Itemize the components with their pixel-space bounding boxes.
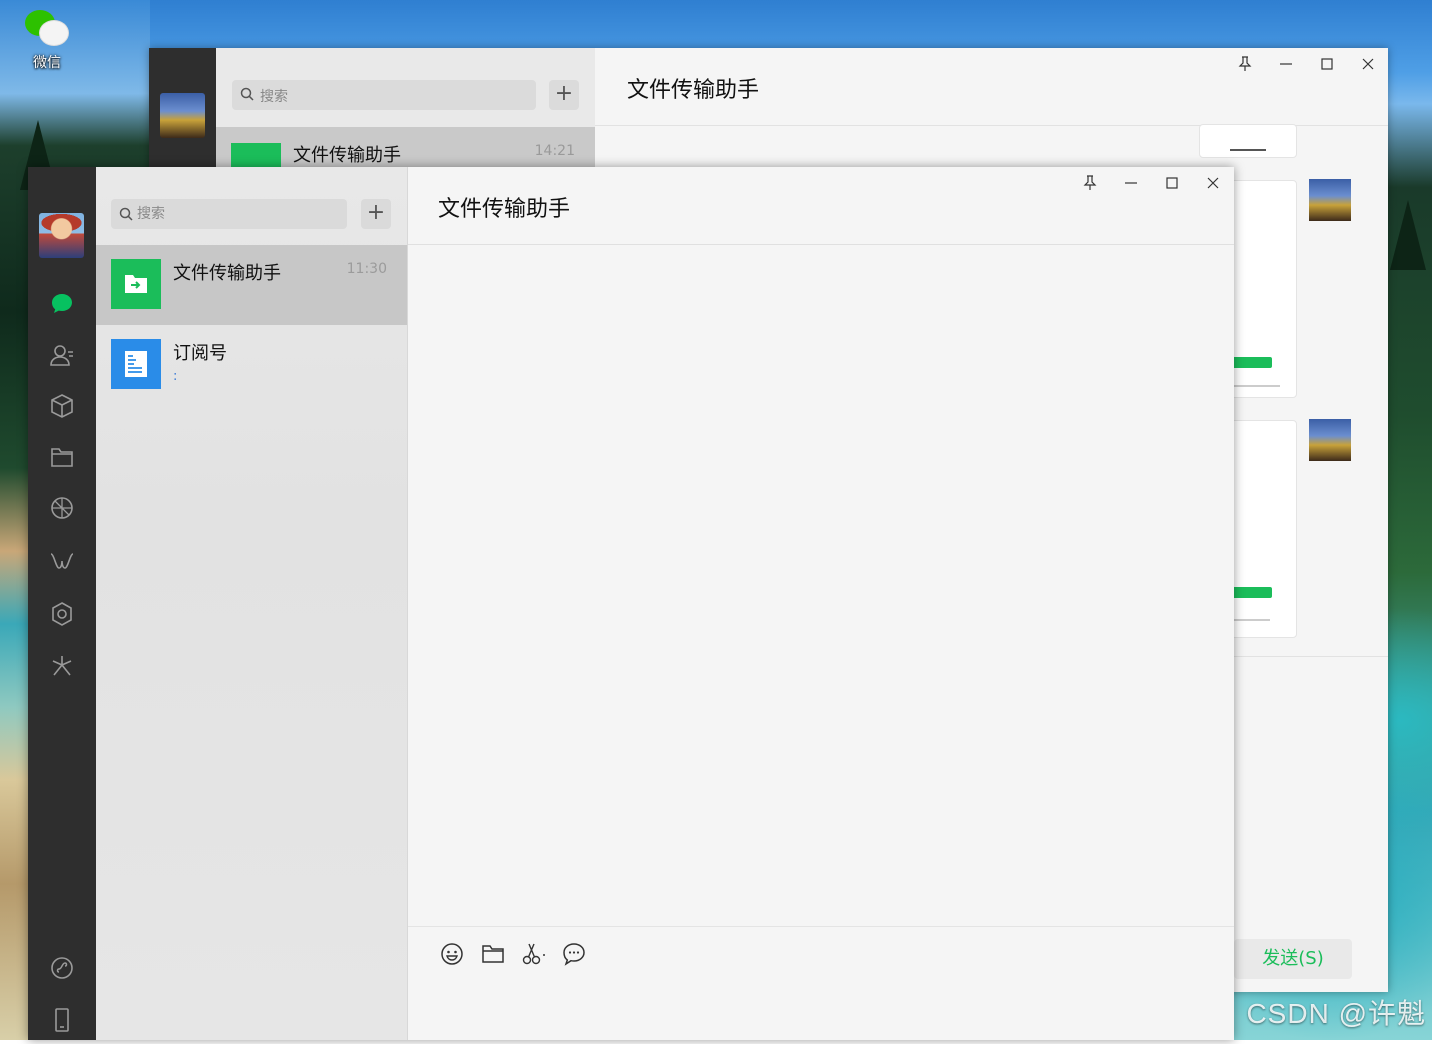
emoji-icon[interactable] xyxy=(439,941,465,967)
chat-list-item-file-transfer[interactable]: 文件传输助手 11:30 xyxy=(96,245,407,325)
chat-messages xyxy=(408,245,1234,927)
search-input[interactable]: 搜索 xyxy=(232,80,536,110)
mini-programs-icon[interactable] xyxy=(49,601,75,627)
files-icon[interactable] xyxy=(49,444,75,470)
search-icon[interactable] xyxy=(49,653,75,679)
chat-list-panel: + 文件传输助手 11:30 订阅号 : xyxy=(96,167,408,1040)
send-button[interactable]: 发送(S) xyxy=(1234,939,1352,979)
desktop-icon-label: 微信 xyxy=(33,55,61,71)
search-placeholder: 搜索 xyxy=(260,89,288,105)
pin-icon[interactable] xyxy=(1080,175,1100,195)
chat-name: 文件传输助手 xyxy=(173,263,281,284)
input-toolbar xyxy=(408,927,1234,977)
folder-icon[interactable] xyxy=(480,941,506,967)
wallpaper-tree xyxy=(1390,200,1426,270)
avatar[interactable] xyxy=(160,93,205,138)
sidebar-nav xyxy=(28,167,96,1040)
close-button[interactable] xyxy=(1358,56,1378,75)
chat-name: 文件传输助手 xyxy=(293,145,401,166)
message-input[interactable] xyxy=(408,977,1234,1040)
add-button[interactable]: + xyxy=(549,80,579,110)
message-avatar[interactable] xyxy=(1309,179,1351,221)
search-input[interactable] xyxy=(137,199,337,229)
channels-icon[interactable] xyxy=(49,549,75,575)
file-transfer-icon xyxy=(111,259,161,309)
maximize-button[interactable] xyxy=(1162,175,1182,194)
pin-icon[interactable] xyxy=(1235,56,1255,76)
watermark-text: CSDN @许魁 xyxy=(1246,998,1426,1029)
desktop-wechat-shortcut[interactable]: 微信 xyxy=(18,6,76,72)
minimize-button[interactable] xyxy=(1276,56,1296,75)
subscription-icon xyxy=(111,339,161,389)
chat-header: 文件传输助手 xyxy=(408,167,1234,245)
scissors-icon[interactable] xyxy=(521,941,547,967)
contacts-icon[interactable] xyxy=(49,342,75,368)
wechat-window[interactable]: + 文件传输助手 11:30 订阅号 : 文件传输助手 xyxy=(28,167,1234,1040)
chat-history-icon[interactable] xyxy=(561,941,587,967)
chat-title: 文件传输助手 xyxy=(438,197,571,222)
message-input-area[interactable] xyxy=(408,977,1234,1040)
minimize-button[interactable] xyxy=(1121,175,1141,194)
add-button[interactable]: + xyxy=(361,199,391,229)
search-icon xyxy=(119,207,133,221)
avatar[interactable] xyxy=(39,213,84,258)
close-button[interactable] xyxy=(1203,175,1223,194)
chat-header: 文件传输助手 xyxy=(595,48,1388,126)
image-message[interactable] xyxy=(1199,124,1297,158)
chat-list-item-subscriptions[interactable]: 订阅号 : xyxy=(96,325,407,405)
moments-icon[interactable] xyxy=(49,495,75,521)
message-avatar[interactable] xyxy=(1309,419,1351,461)
favorites-icon[interactable] xyxy=(49,393,75,419)
maximize-button[interactable] xyxy=(1317,56,1337,75)
mini-program-panel-icon[interactable] xyxy=(49,955,75,981)
phone-icon[interactable] xyxy=(49,1007,75,1033)
chat-title: 文件传输助手 xyxy=(627,78,760,103)
chat-name: 订阅号 xyxy=(173,343,227,364)
chat-preview: : xyxy=(173,369,178,384)
chat-time: 14:21 xyxy=(534,143,575,159)
search-box[interactable] xyxy=(111,199,347,229)
search-icon xyxy=(240,87,254,101)
wechat-logo-icon xyxy=(23,6,71,54)
chat-icon[interactable] xyxy=(49,291,75,317)
chat-time: 11:30 xyxy=(346,261,387,277)
